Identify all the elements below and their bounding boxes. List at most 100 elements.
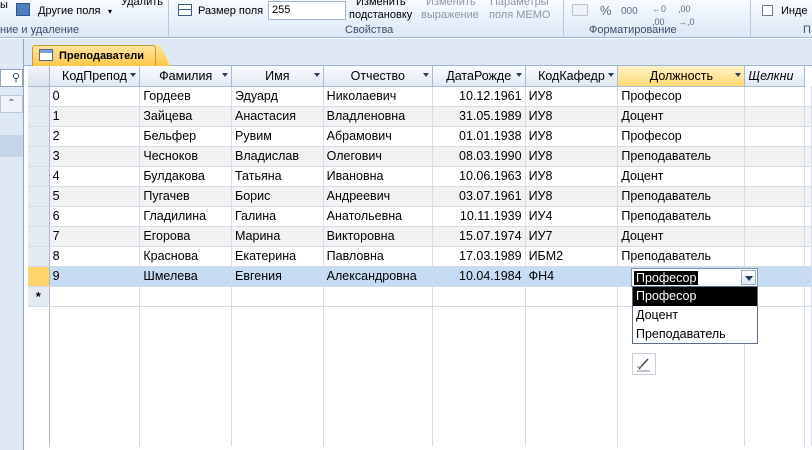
cell-birthdate[interactable]: 10.12.1961 <box>432 86 526 107</box>
cell-middlename[interactable]: Андреевич <box>323 186 433 207</box>
cell-middlename[interactable]: Николаевич <box>323 86 433 107</box>
record-selector[interactable] <box>28 186 50 207</box>
cell-middlename[interactable]: Анатольевна <box>323 206 433 227</box>
cell-birthdate[interactable]: 01.01.1938 <box>432 126 526 147</box>
cell-id[interactable]: 6 <box>49 206 141 227</box>
cell-add-field[interactable] <box>744 166 805 187</box>
chevron-down-icon[interactable] <box>741 270 756 285</box>
cell-firstname[interactable]: Анастасия <box>231 106 324 127</box>
column-header-lastname[interactable]: Фамилия <box>139 66 232 87</box>
cell-position[interactable]: Преподаватель <box>617 186 746 207</box>
table-row[interactable]: 8 Краснова Екатерина Павловна 17.03.1989 ИБМ2… <box>28 246 812 267</box>
cell-firstname[interactable]: Галина <box>231 206 324 227</box>
column-header-birthdate[interactable]: ДатаРожде <box>432 66 526 87</box>
cell-lastname[interactable]: Гладилина <box>139 206 232 227</box>
chevron-down-icon[interactable] <box>130 73 137 77</box>
cell-id[interactable]: 4 <box>49 166 141 187</box>
cell-lastname[interactable]: Бельфер <box>139 126 232 147</box>
chevron-down-icon[interactable] <box>313 73 320 77</box>
new-record-cell[interactable] <box>49 286 141 307</box>
chevron-down-icon[interactable] <box>608 73 615 77</box>
cell-department[interactable]: ИУ8 <box>525 126 619 147</box>
table-row[interactable]: 0 Гордеев Эдуард Николаевич 10.12.1961 ИУ8 Про… <box>28 86 812 107</box>
column-header-id[interactable]: КодПрепод <box>49 66 141 87</box>
cell-id[interactable]: 0 <box>49 86 141 107</box>
change-lookup-line1[interactable]: Изменить <box>356 0 406 9</box>
cell-firstname[interactable]: Борис <box>231 186 324 207</box>
column-header-position[interactable]: Должность <box>617 66 746 87</box>
cell-firstname[interactable]: Марина <box>231 226 324 247</box>
cell-department[interactable]: ИУ8 <box>525 86 619 107</box>
cell-id[interactable]: 9 <box>49 266 141 287</box>
cell-add-field[interactable] <box>744 206 805 227</box>
tab-teachers[interactable]: Преподаватели <box>32 45 156 66</box>
cell-lastname[interactable]: Шмелева <box>139 266 232 287</box>
table-row[interactable]: 6 Гладилина Галина Анатольевна 10.11.1939 ИУ4… <box>28 206 812 227</box>
cell-department[interactable]: ИУ4 <box>525 206 619 227</box>
record-selector[interactable] <box>28 266 50 287</box>
cell-position[interactable]: Преподаватель <box>617 206 746 227</box>
record-selector[interactable] <box>28 246 50 267</box>
column-header-department[interactable]: КодКафедр <box>525 66 619 87</box>
cell-department[interactable]: ИУ7 <box>525 226 619 247</box>
cell-firstname[interactable]: Евгения <box>231 266 324 287</box>
table-row[interactable]: 5 Пугачев Борис Андреевич 03.07.1961 ИУ8 Препо… <box>28 186 812 207</box>
cell-id[interactable]: 5 <box>49 186 141 207</box>
cell-department[interactable]: ИУ8 <box>525 106 619 127</box>
cell-id[interactable]: 8 <box>49 246 141 267</box>
cell-middlename[interactable]: Викторовна <box>323 226 433 247</box>
table-row[interactable]: 7 Егорова Марина Викторовна 15.07.1974 ИУ7 Доц… <box>28 226 812 247</box>
cell-middlename[interactable]: Абрамович <box>323 126 433 147</box>
column-header-add-field[interactable]: Щелкни <box>744 66 805 87</box>
search-icon[interactable]: ⚲ <box>12 71 20 84</box>
cell-birthdate[interactable]: 10.06.1963 <box>432 166 526 187</box>
new-record-cell[interactable] <box>525 286 619 307</box>
dropdown-option[interactable]: Доцент <box>633 306 757 325</box>
cell-id[interactable]: 3 <box>49 146 141 167</box>
cell-firstname[interactable]: Татьяна <box>231 166 324 187</box>
cell-lastname[interactable]: Краснова <box>139 246 232 267</box>
chevron-down-icon[interactable] <box>735 73 742 77</box>
cell-add-field[interactable] <box>744 146 805 167</box>
cell-middlename[interactable]: Александровна <box>323 266 433 287</box>
cell-middlename[interactable]: Павловна <box>323 246 433 267</box>
other-fields-button[interactable]: Другие поля <box>38 5 100 18</box>
record-selector[interactable] <box>28 206 50 227</box>
dropdown-option[interactable]: Професор <box>633 287 757 306</box>
new-record-cell[interactable] <box>432 286 526 307</box>
cell-id[interactable]: 1 <box>49 106 141 127</box>
position-combo-box[interactable]: Професор <box>631 268 758 287</box>
column-header-middlename[interactable]: Отчество <box>323 66 433 87</box>
change-lookup-button[interactable]: подстановку <box>349 9 412 22</box>
cell-firstname[interactable]: Владислав <box>231 146 324 167</box>
cell-birthdate[interactable]: 10.04.1984 <box>432 266 526 287</box>
cell-department[interactable]: ИУ8 <box>525 186 619 207</box>
cell-lastname[interactable]: Чесноков <box>139 146 232 167</box>
cell-department[interactable]: ИБМ2 <box>525 246 619 267</box>
cell-position[interactable]: Доцент <box>617 106 746 127</box>
nav-item-selected[interactable] <box>0 135 23 157</box>
pencil-icon[interactable] <box>633 354 655 374</box>
new-record-marker[interactable]: * <box>28 286 50 307</box>
cell-add-field[interactable] <box>744 186 805 207</box>
cell-department[interactable]: ФН4 <box>525 266 619 287</box>
cell-add-field[interactable] <box>744 126 805 147</box>
cell-position[interactable]: Доцент <box>617 226 746 247</box>
percent-button[interactable]: % <box>600 4 612 17</box>
new-record-cell[interactable] <box>139 286 232 307</box>
cell-birthdate[interactable]: 17.03.1989 <box>432 246 526 267</box>
cell-position[interactable]: Преподаватель <box>617 146 746 167</box>
cell-position[interactable]: Преподаватель <box>617 246 746 267</box>
cell-birthdate[interactable]: 31.05.1989 <box>432 106 526 127</box>
cell-position[interactable]: Професор <box>617 86 746 107</box>
select-all-corner[interactable] <box>28 66 50 87</box>
table-row[interactable]: 1 Зайцева Анастасия Владленовна 31.05.1989 ИУ… <box>28 106 812 127</box>
cell-lastname[interactable]: Гордеев <box>139 86 232 107</box>
cell-department[interactable]: ИУ8 <box>525 166 619 187</box>
cell-firstname[interactable]: Эдуард <box>231 86 324 107</box>
chevron-down-icon[interactable] <box>515 73 522 77</box>
cell-position[interactable]: Професор <box>617 126 746 147</box>
new-record-cell[interactable] <box>231 286 324 307</box>
record-selector[interactable] <box>28 226 50 247</box>
cell-lastname[interactable]: Егорова <box>139 226 232 247</box>
